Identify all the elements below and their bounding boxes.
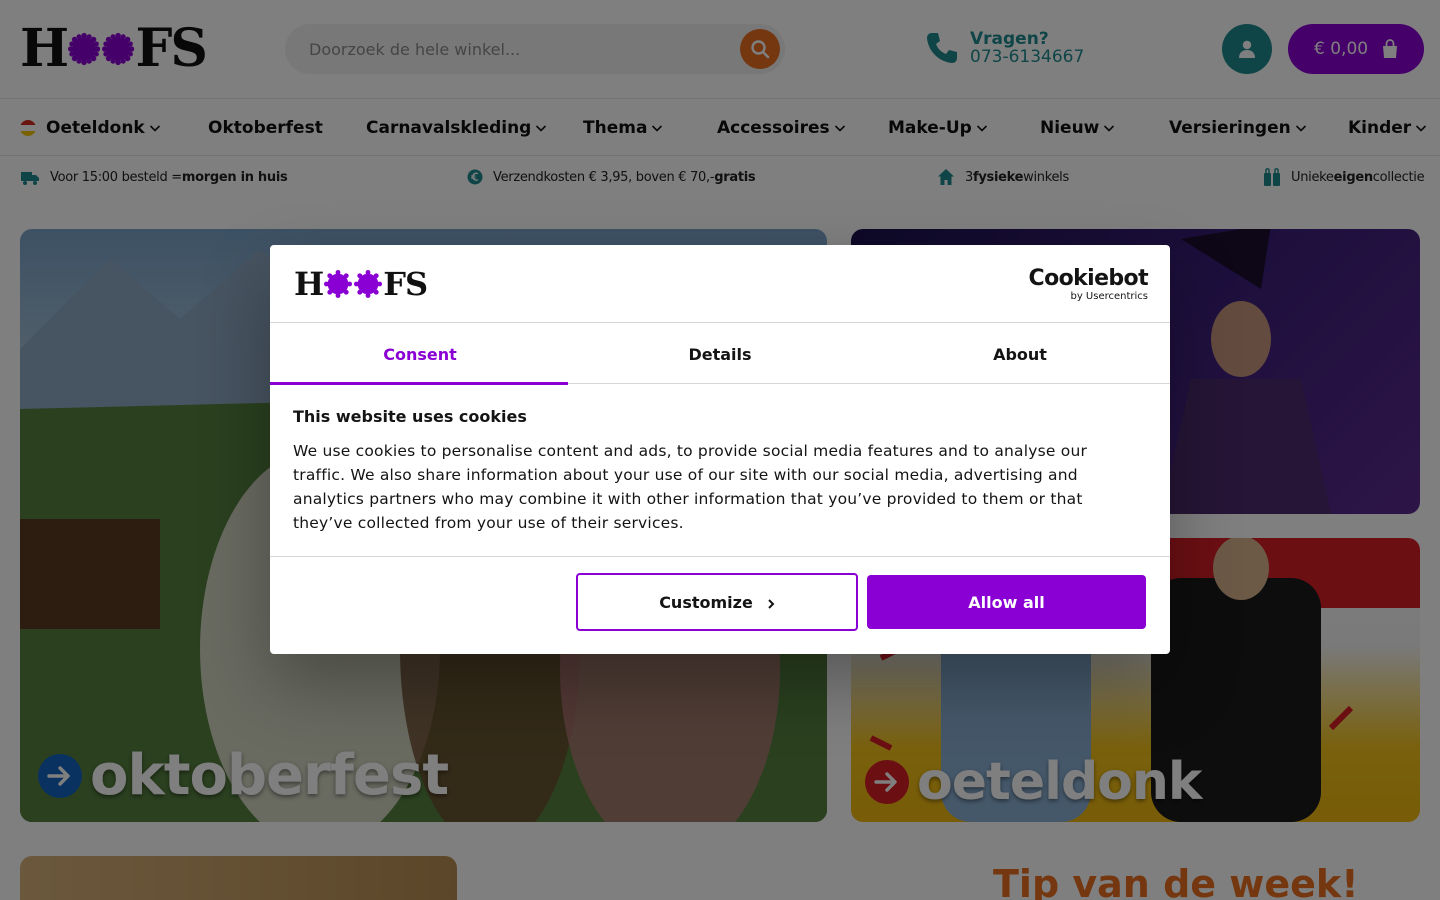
tab-details[interactable]: Details — [570, 324, 870, 384]
cookiebot-name: Cookiebot — [1028, 266, 1149, 291]
cookiebot-logo[interactable]: Cookiebot by Usercentrics — [1028, 266, 1149, 303]
cookie-consent-dialog: H FS Cookiebot by Usercentrics Consent D… — [270, 245, 1170, 654]
chevron-right-icon — [768, 598, 775, 609]
dialog-header: H FS Cookiebot by Usercentrics — [270, 245, 1170, 323]
allow-all-button[interactable]: Allow all — [867, 575, 1146, 629]
dialog-tabs: Consent Details About — [270, 324, 1170, 385]
cookiebot-subtitle: by Usercentrics — [1070, 291, 1148, 302]
dialog-site-logo: H FS — [294, 265, 428, 303]
dialog-body-text: We use cookies to personalise content an… — [293, 442, 1088, 532]
tab-about[interactable]: About — [870, 324, 1170, 384]
customize-button[interactable]: Customize — [576, 573, 858, 631]
logo-flower-icon — [354, 270, 383, 298]
tab-consent[interactable]: Consent — [270, 324, 570, 385]
logo-flower-icon — [324, 270, 353, 298]
customize-button-label: Customize — [659, 592, 753, 612]
dialog-title: This website uses cookies — [293, 407, 527, 426]
logo-letters-fs: FS — [383, 265, 428, 303]
dialog-footer: Customize Allow all — [270, 556, 1170, 654]
logo-letter-h: H — [294, 265, 324, 303]
